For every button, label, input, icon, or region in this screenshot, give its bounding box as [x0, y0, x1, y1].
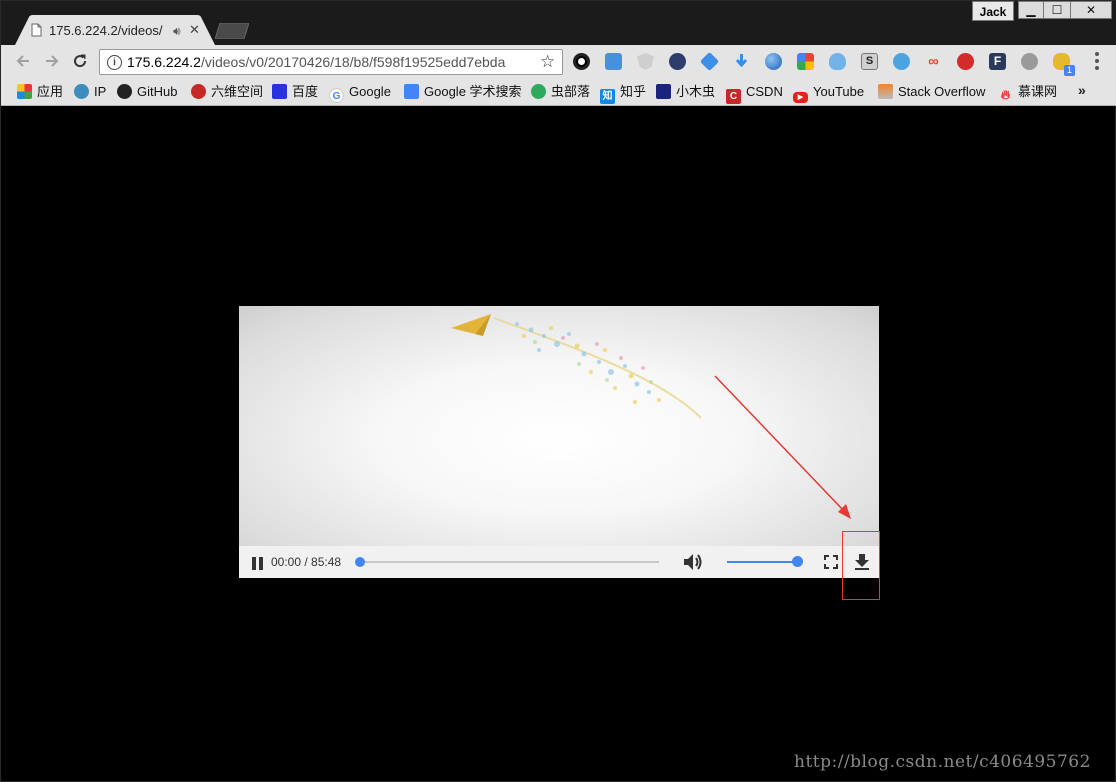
zhihu-icon: 知 [600, 89, 615, 104]
maximize-button[interactable]: ☐ [1043, 1, 1071, 19]
google-scholar-icon [404, 84, 419, 99]
annotation-arrow [714, 375, 851, 519]
seek-bar[interactable] [360, 561, 659, 563]
profile-button[interactable]: Jack [972, 1, 1014, 21]
infinity-extension-icon[interactable]: ∞ [925, 53, 942, 70]
stackoverflow-icon [878, 84, 893, 99]
seek-thumb[interactable] [355, 557, 365, 567]
volume-icon[interactable] [683, 553, 703, 571]
download-extension-icon[interactable] [733, 53, 750, 70]
forward-arrow-icon [46, 55, 59, 67]
csdn-icon: C [726, 89, 741, 104]
ghostery-icon[interactable] [669, 53, 686, 70]
bookmark-chongbuluo[interactable]: 虫部落 [531, 84, 590, 100]
bookmark-csdn[interactable]: C CSDN [726, 84, 783, 104]
bookmark-stackoverflow[interactable]: Stack Overflow [878, 84, 985, 100]
imooc-icon: 🔥︎ [1000, 87, 1011, 102]
pause-icon[interactable] [252, 557, 263, 570]
bookmark-ip[interactable]: IP [74, 84, 106, 100]
chongbuluo-icon [531, 84, 546, 99]
bookmarks-more-button[interactable]: » [1078, 82, 1086, 98]
github-icon [117, 84, 132, 99]
extension-circle-icon[interactable] [573, 53, 590, 70]
minimize-button[interactable]: ▁ [1018, 1, 1044, 19]
back-arrow-icon [16, 55, 29, 67]
bookmark-xiaomuchong[interactable]: 小木虫 [656, 84, 715, 100]
bookmark-baidu[interactable]: 百度 [272, 84, 318, 100]
extension-badge: 1 [1064, 65, 1075, 76]
bookmark-liuwei[interactable]: 六维空间 [191, 84, 263, 100]
address-bar[interactable]: i 175.6.224.2/videos/v0/20170426/18/b8/f… [99, 49, 563, 75]
bookmark-star-icon[interactable]: ☆ [540, 52, 555, 72]
liuwei-icon [191, 84, 206, 99]
chrome-menu-icon[interactable] [1095, 52, 1099, 70]
volume-slider[interactable] [727, 561, 799, 563]
fullscreen-icon[interactable] [824, 555, 838, 569]
browser-window: 175.6.224.2/videos/ 🔊︎ ✕ Jack ▁ ☐ ✕ i 17… [0, 0, 1116, 782]
url-text[interactable]: 175.6.224.2/videos/v0/20170426/18/b8/f59… [127, 54, 535, 70]
video-controls: 00:00 / 85:48 [239, 546, 879, 578]
reload-icon [74, 54, 87, 68]
bookmark-youtube[interactable]: ▶ YouTube [793, 84, 864, 103]
bookmark-apps[interactable]: 应用 [17, 84, 63, 100]
time-display: 00:00 / 85:48 [271, 555, 342, 569]
url-host: 175.6.224.2 [127, 54, 201, 70]
adblock-icon[interactable] [957, 53, 974, 70]
new-tab-button[interactable] [215, 23, 249, 39]
page-icon [31, 23, 42, 37]
volume-thumb[interactable] [792, 556, 803, 567]
youtube-icon: ▶ [793, 92, 808, 103]
ip-icon [74, 84, 89, 99]
baidu-icon [272, 84, 287, 99]
s-extension-icon[interactable]: S [861, 53, 878, 70]
watermark: http://blog.csdn.net/c406495762 [794, 752, 1091, 772]
tab-audio-icon[interactable]: 🔊︎ [173, 24, 181, 39]
url-path: /videos/v0/20170426/18/b8/f598f19525edd7… [200, 54, 506, 70]
info-icon[interactable]: i [107, 55, 122, 70]
bookmark-google-scholar[interactable]: Google 学术搜索 [404, 84, 522, 100]
f-extension-icon[interactable]: F [989, 53, 1006, 70]
apps-grid-icon [17, 84, 32, 99]
evernote-icon[interactable] [1021, 53, 1038, 70]
weather-extension-icon[interactable] [829, 53, 846, 70]
globe-extension-icon[interactable] [765, 53, 782, 70]
bookmark-google[interactable]: G Google [329, 84, 391, 103]
forward-button[interactable] [41, 52, 63, 74]
close-window-button[interactable]: ✕ [1070, 1, 1112, 19]
bookmark-github[interactable]: GitHub [117, 84, 177, 100]
xiaomuchong-icon [656, 84, 671, 99]
back-button[interactable] [12, 52, 34, 74]
google-icon: G [329, 88, 344, 103]
google-extension-icon[interactable] [797, 53, 814, 70]
annotation-highlight-box [842, 531, 880, 600]
tab-title[interactable]: 175.6.224.2/videos/ [49, 23, 167, 38]
bookmark-imooc[interactable]: 🔥︎ 慕课网 [998, 84, 1057, 102]
tab-close-icon[interactable]: ✕ [189, 22, 200, 38]
bookmark-zhihu[interactable]: 知知乎 [600, 84, 646, 104]
reload-button[interactable] [69, 52, 91, 74]
compass-extension-icon[interactable] [893, 53, 910, 70]
google-translate-icon[interactable] [605, 53, 622, 70]
